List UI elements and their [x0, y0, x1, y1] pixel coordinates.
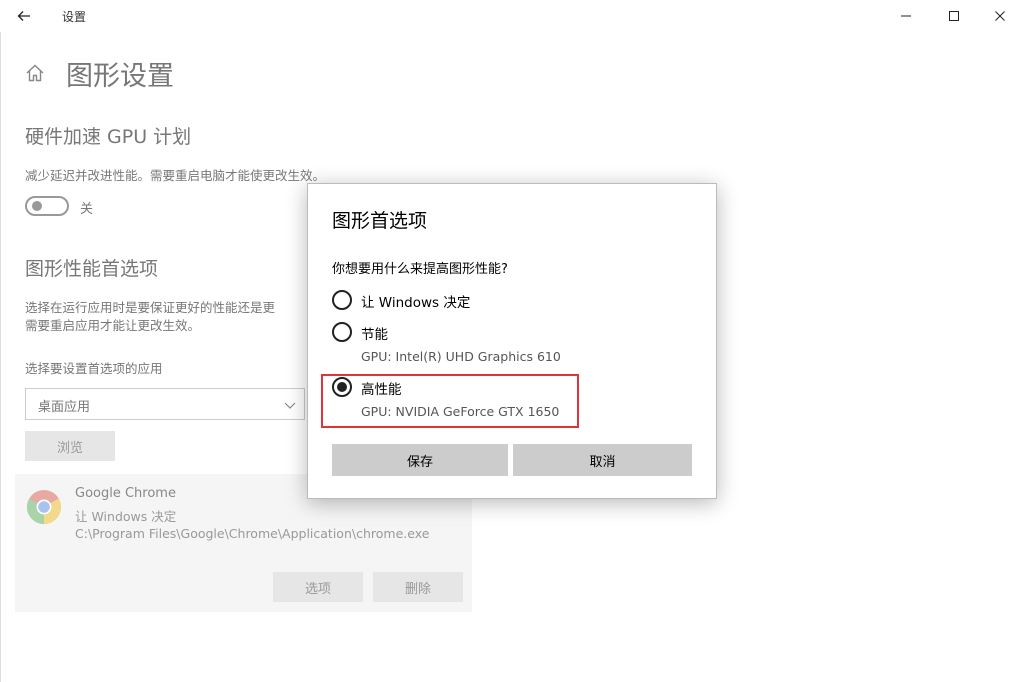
app-type-value: 桌面应用 [38, 400, 91, 415]
select-app-label: 选择要设置首选项的应用 [25, 361, 163, 376]
maximize-button[interactable] [931, 0, 977, 32]
dialog-title: 图形首选项 [332, 210, 428, 232]
highlight-box [321, 374, 579, 428]
save-button[interactable]: 保存 [332, 444, 508, 476]
back-arrow-icon [17, 11, 30, 21]
title-bar: 设置 [0, 0, 1021, 32]
browse-button[interactable]: 浏览 [25, 431, 115, 461]
window-title: 设置 [62, 10, 87, 24]
gpu-schedule-description: 减少延迟并改进性能。需要重启电脑才能使更改生效。 [25, 168, 326, 183]
chrome-icon [27, 490, 61, 524]
app-path: C:\Program Files\Google\Chrome\Applicati… [75, 526, 430, 541]
toggle-knob [32, 201, 42, 211]
power-saving-gpu: GPU: Intel(R) UHD Graphics 610 [361, 349, 561, 364]
close-icon [995, 11, 1005, 21]
radio-label-let-windows-decide[interactable]: 让 Windows 决定 [361, 291, 470, 311]
graphics-preference-dialog: 图形首选项 你想要用什么来提高图形性能? 让 Windows 决定 节能 GPU… [307, 183, 717, 499]
back-button[interactable] [10, 4, 38, 28]
minimize-button[interactable] [883, 0, 929, 32]
radio-label-power-saving[interactable]: 节能 [361, 323, 388, 343]
gpu-schedule-title: 硬件加速 GPU 计划 [25, 126, 192, 148]
cancel-button[interactable]: 取消 [513, 444, 692, 476]
app-type-select[interactable]: 桌面应用 [25, 388, 305, 420]
maximize-icon [949, 11, 959, 21]
close-button[interactable] [977, 0, 1021, 32]
perf-pref-description-1: 选择在运行应用时是要保证更好的性能还是更 [25, 300, 276, 315]
home-icon[interactable] [24, 62, 46, 84]
minimize-icon [901, 15, 911, 17]
perf-pref-title: 图形性能首选项 [25, 258, 159, 280]
app-name: Google Chrome [75, 486, 176, 501]
delete-button[interactable]: 删除 [373, 572, 463, 602]
gpu-schedule-toggle[interactable] [25, 196, 69, 216]
toggle-state-label: 关 [80, 202, 94, 217]
chevron-down-icon [284, 402, 296, 409]
app-preference: 让 Windows 决定 [75, 509, 177, 524]
dialog-question: 你想要用什么来提高图形性能? [332, 262, 508, 277]
options-button[interactable]: 选项 [273, 572, 363, 602]
radio-power-saving[interactable] [332, 322, 352, 342]
perf-pref-description-2: 需要重启应用才能让更改生效。 [25, 318, 201, 333]
radio-let-windows-decide[interactable] [332, 290, 352, 310]
page-title: 图形设置 [66, 61, 174, 92]
